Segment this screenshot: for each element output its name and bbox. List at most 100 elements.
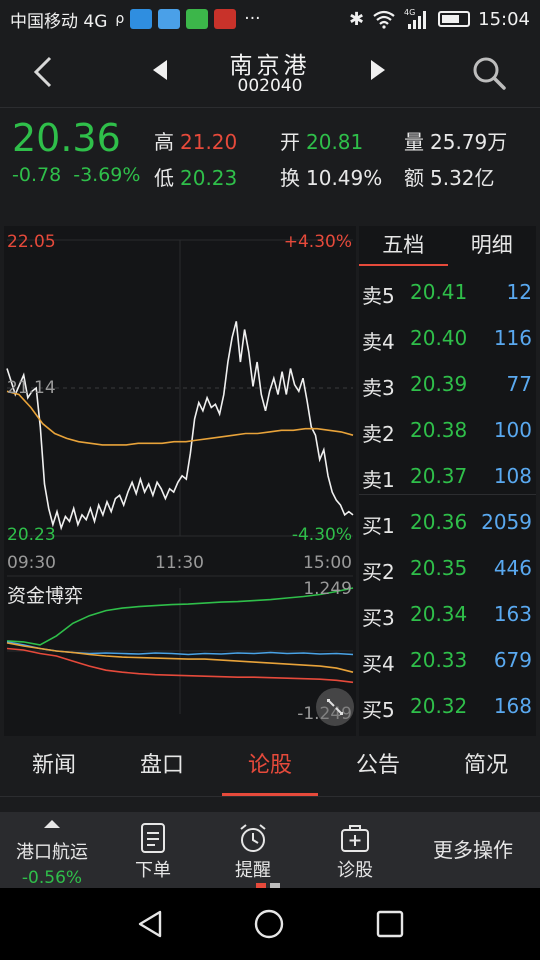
amount-label: 额 xyxy=(404,166,424,190)
bid-price: 20.33 xyxy=(410,648,468,672)
recents-nav-icon[interactable] xyxy=(374,908,406,940)
tab-five-levels[interactable]: 五档 xyxy=(359,226,448,266)
amount-value: 5.32亿 xyxy=(430,166,495,190)
x-label-midday: 11:30 xyxy=(155,553,204,573)
intraday-chart[interactable] xyxy=(4,226,356,736)
ask-volume: 116 xyxy=(493,326,532,350)
bid-row-2: 买2 20.35 446 xyxy=(359,546,536,592)
stock-header: 南京港 002040 xyxy=(0,38,540,108)
back-nav-icon[interactable] xyxy=(134,908,166,940)
volume-label: 量 xyxy=(404,130,424,154)
ask-volume: 12 xyxy=(506,280,532,304)
tab-market-depth[interactable]: 盘口 xyxy=(108,737,216,796)
green-app-icon xyxy=(186,9,209,29)
bid-row-3: 买3 20.34 163 xyxy=(359,592,536,638)
x-label-open: 09:30 xyxy=(7,553,56,573)
y-min-label: 20.23 xyxy=(7,525,56,545)
alert-button[interactable]: 提醒 xyxy=(202,812,304,888)
ask-label: 卖3 xyxy=(362,376,395,400)
order-button[interactable]: 下单 xyxy=(104,812,202,888)
ask-row-5: 卖5 20.41 12 xyxy=(359,270,536,316)
search-icon[interactable] xyxy=(471,55,507,91)
bid-label: 买5 xyxy=(362,698,395,722)
expand-up-icon xyxy=(44,820,60,828)
alarm-clock-icon xyxy=(240,824,266,852)
order-label: 下单 xyxy=(135,860,171,881)
shield-app-icon xyxy=(158,9,181,29)
home-nav-icon[interactable] xyxy=(253,908,285,940)
next-stock-icon[interactable] xyxy=(371,60,385,80)
red-app-icon xyxy=(214,9,237,29)
diagnose-button[interactable]: 诊股 xyxy=(304,812,406,888)
previous-stock-icon[interactable] xyxy=(153,60,167,80)
ask-price: 20.39 xyxy=(410,372,468,396)
amount-field: 额 5.32亿 xyxy=(404,162,495,191)
volume-field: 量 25.79万 xyxy=(404,126,507,155)
alert-label: 提醒 xyxy=(235,860,271,881)
ask-volume: 108 xyxy=(493,464,532,488)
battery-icon xyxy=(438,11,471,27)
action-bar: 港口航运 -0.56% 下单 提醒 诊股 更多操作 xyxy=(0,812,540,888)
fund-flow-title: 资金博弈 xyxy=(7,585,84,607)
ask-row-4: 卖4 20.40 116 xyxy=(359,316,536,362)
system-nav-bar xyxy=(0,888,540,960)
x-label-close: 15:00 xyxy=(303,553,352,573)
ask-volume: 77 xyxy=(506,372,532,396)
tab-discussion[interactable]: 论股 xyxy=(216,737,324,796)
bid-volume: 168 xyxy=(493,694,532,718)
bid-volume: 446 xyxy=(493,556,532,580)
tab-trade-details[interactable]: 明细 xyxy=(448,226,537,266)
bid-row-1: 买1 20.36 2059 xyxy=(359,500,536,546)
medical-kit-icon xyxy=(341,825,369,852)
ask-row-3: 卖3 20.39 77 xyxy=(359,362,536,408)
bid-label: 买1 xyxy=(362,514,395,538)
sector-button[interactable]: 港口航运 -0.56% xyxy=(0,812,104,888)
change-value: -0.78 xyxy=(12,164,62,186)
order-book: 五档 明细 卖5 20.41 12 卖4 20.40 116 卖3 20.39 … xyxy=(359,226,536,736)
content-tabs: 新闻 盘口 论股 公告 简况 xyxy=(0,737,540,797)
more-actions-button[interactable]: 更多操作 xyxy=(406,812,540,888)
low-field: 低 20.23 xyxy=(154,162,237,191)
open-label: 开 xyxy=(280,130,300,154)
more-notifications-icon: ··· xyxy=(244,9,261,29)
sector-name: 港口航运 xyxy=(16,842,88,863)
quote-summary: 20.36 -0.78 -3.69% 高 21.20 低 20.23 开 20.81 … xyxy=(0,108,540,194)
back-icon[interactable] xyxy=(30,52,64,92)
signal-icon: 4G xyxy=(404,8,427,29)
y-mid-label: 21.14 xyxy=(7,378,56,398)
svg-text:4G: 4G xyxy=(404,8,415,17)
ask-price: 20.41 xyxy=(410,280,468,304)
volume-value: 25.79万 xyxy=(430,130,508,154)
ask-row-2: 卖2 20.38 100 xyxy=(359,408,536,454)
tab-news[interactable]: 新闻 xyxy=(0,737,108,796)
bid-volume: 679 xyxy=(493,648,532,672)
current-price: 20.36 xyxy=(12,116,121,160)
change-percent: -3.69% xyxy=(73,164,141,186)
turnover-label: 换 xyxy=(280,166,300,190)
order-book-tabs: 五档 明细 xyxy=(359,226,536,266)
bid-label: 买3 xyxy=(362,606,395,630)
bid-price: 20.32 xyxy=(410,694,468,718)
high-value: 21.20 xyxy=(180,130,238,154)
stock-code: 002040 xyxy=(237,76,303,96)
bid-price: 20.35 xyxy=(410,556,468,580)
bid-price: 20.36 xyxy=(410,510,468,534)
expand-chart-icon[interactable] xyxy=(316,688,354,726)
y-max-label: 22.05 xyxy=(7,232,56,252)
bluetooth-icon: ✱ xyxy=(349,8,365,30)
bid-row-4: 买4 20.33 679 xyxy=(359,638,536,684)
open-value: 20.81 xyxy=(306,130,364,154)
order-book-divider xyxy=(359,494,536,495)
sector-change: -0.56% xyxy=(21,868,83,888)
intraday-chart-panel[interactable]: 22.05 +4.30% 21.14 20.23 -4.30% 09:30 11… xyxy=(4,226,356,736)
ask-price: 20.37 xyxy=(410,464,468,488)
high-label: 高 xyxy=(154,130,174,154)
open-field: 开 20.81 xyxy=(280,126,363,155)
tab-profile[interactable]: 简况 xyxy=(432,737,540,796)
bid-volume: 163 xyxy=(493,602,532,626)
diagnose-label: 诊股 xyxy=(337,860,373,881)
tab-announcements[interactable]: 公告 xyxy=(324,737,432,796)
carrier-label: 中国移动 4G xyxy=(10,11,108,32)
fund-flow-top-label: 1.249 xyxy=(303,579,352,599)
high-field: 高 21.20 xyxy=(154,126,237,155)
